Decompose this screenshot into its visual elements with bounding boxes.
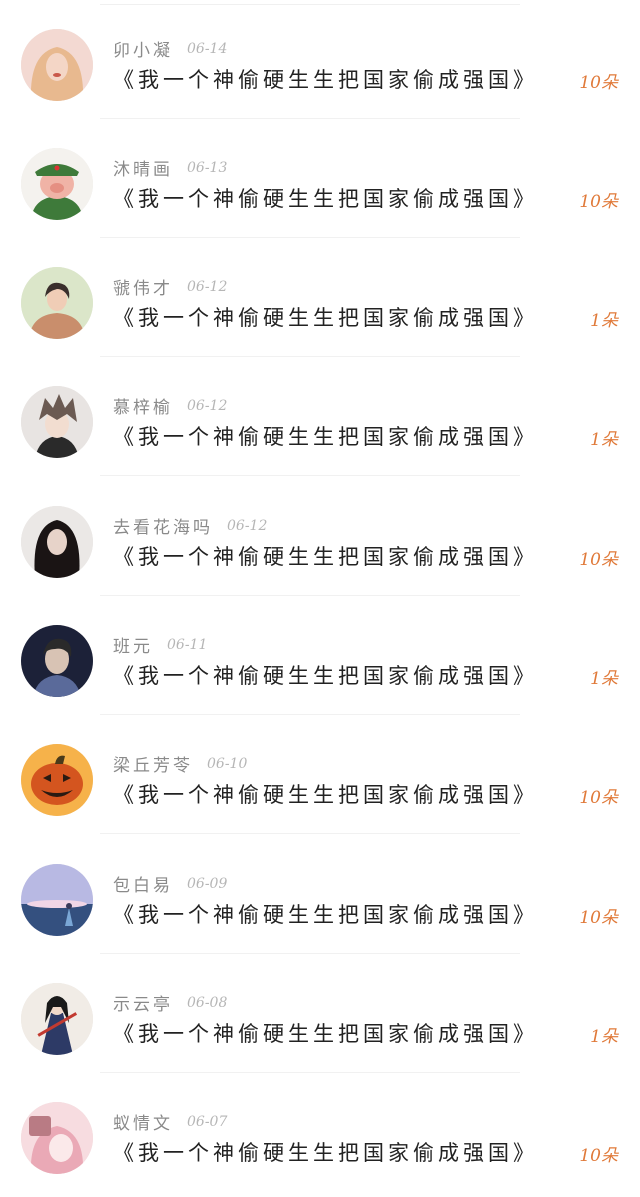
- username[interactable]: 虢伟才: [113, 279, 173, 299]
- entry-meta: 示云亭 06-08: [113, 990, 228, 1016]
- flower-amount: 10朵: [579, 1146, 618, 1166]
- username[interactable]: 班元: [113, 637, 153, 657]
- flower-amount: 1朵: [590, 311, 618, 331]
- gift-date: 06-09: [187, 875, 228, 892]
- flower-amount: 10朵: [579, 908, 618, 928]
- username[interactable]: 包白易: [113, 876, 173, 896]
- gift-date: 06-10: [207, 755, 248, 772]
- avatar[interactable]: [21, 983, 93, 1055]
- gift-date: 06-14: [187, 40, 228, 57]
- book-title[interactable]: 《我一个神偷硬生生把国家偷成强国》: [113, 64, 538, 94]
- list-item[interactable]: 包白易 06-09 《我一个神偷硬生生把国家偷成强国》 10朵: [0, 835, 640, 954]
- avatar[interactable]: [21, 506, 93, 578]
- flower-amount: 10朵: [579, 550, 618, 570]
- book-title[interactable]: 《我一个神偷硬生生把国家偷成强国》: [113, 421, 538, 451]
- flower-amount: 10朵: [579, 192, 618, 212]
- book-title[interactable]: 《我一个神偷硬生生把国家偷成强国》: [113, 302, 538, 332]
- avatar[interactable]: [21, 29, 93, 101]
- gift-date: 06-12: [187, 278, 228, 295]
- entry-meta: 虢伟才 06-12: [113, 274, 228, 300]
- avatar[interactable]: [21, 386, 93, 458]
- entry-meta: 包白易 06-09: [113, 871, 228, 897]
- avatar[interactable]: [21, 625, 93, 697]
- book-title[interactable]: 《我一个神偷硬生生把国家偷成强国》: [113, 899, 538, 929]
- book-title[interactable]: 《我一个神偷硬生生把国家偷成强国》: [113, 660, 538, 690]
- username[interactable]: 慕梓榆: [113, 398, 173, 418]
- avatar-anime-boy-icon: [21, 386, 93, 458]
- list-item[interactable]: 梁丘芳苓 06-10 《我一个神偷硬生生把国家偷成强国》 10朵: [0, 715, 640, 834]
- avatar[interactable]: [21, 1102, 93, 1174]
- avatar-pig-soldier-icon: [21, 148, 93, 220]
- avatar-pumpkin-icon: [21, 744, 93, 816]
- avatar-singer-icon: [21, 625, 93, 697]
- list-item[interactable]: 去看花海吗 06-12 《我一个神偷硬生生把国家偷成强国》 10朵: [0, 477, 640, 596]
- avatar[interactable]: [21, 744, 93, 816]
- gift-date: 06-12: [227, 517, 268, 534]
- entry-meta: 梁丘芳苓 06-10: [113, 751, 248, 777]
- flower-amount: 10朵: [579, 73, 618, 93]
- gift-date: 06-08: [187, 994, 228, 1011]
- avatar-ink-warrior-icon: [21, 983, 93, 1055]
- flower-amount: 1朵: [590, 669, 618, 689]
- entry-meta: 班元 06-11: [113, 632, 208, 658]
- entry-meta: 去看花海吗 06-12: [113, 513, 268, 539]
- flower-amount: 1朵: [590, 430, 618, 450]
- book-title[interactable]: 《我一个神偷硬生生把国家偷成强国》: [113, 1137, 538, 1167]
- flower-amount: 10朵: [579, 788, 618, 808]
- username[interactable]: 去看花海吗: [113, 518, 213, 538]
- book-title[interactable]: 《我一个神偷硬生生把国家偷成强国》: [113, 779, 538, 809]
- avatar-woman-fur-coat-icon: [21, 267, 93, 339]
- book-title[interactable]: 《我一个神偷硬生生把国家偷成强国》: [113, 183, 538, 213]
- username[interactable]: 梁丘芳苓: [113, 756, 193, 776]
- gift-date: 06-12: [187, 397, 228, 414]
- list-item[interactable]: 班元 06-11 《我一个神偷硬生生把国家偷成强国》 1朵: [0, 596, 640, 715]
- avatar-blonde-woman-icon: [21, 29, 93, 101]
- list-item[interactable]: 卯小凝 06-14 《我一个神偷硬生生把国家偷成强国》 10朵: [0, 0, 640, 119]
- list-item[interactable]: 蚁情文 06-07 《我一个神偷硬生生把国家偷成强国》 10朵: [0, 1073, 640, 1192]
- gift-date: 06-11: [167, 636, 208, 653]
- divider: [100, 475, 520, 476]
- username[interactable]: 蚁情文: [113, 1114, 173, 1134]
- book-title[interactable]: 《我一个神偷硬生生把国家偷成强国》: [113, 541, 538, 571]
- avatar[interactable]: [21, 864, 93, 936]
- avatar-pink-anime-icon: [21, 1102, 93, 1174]
- gift-date: 06-07: [187, 1113, 228, 1130]
- entry-meta: 卯小凝 06-14: [113, 36, 228, 62]
- book-title[interactable]: 《我一个神偷硬生生把国家偷成强国》: [113, 1018, 538, 1048]
- entry-meta: 蚁情文 06-07: [113, 1109, 228, 1135]
- entry-meta: 慕梓榆 06-12: [113, 393, 228, 419]
- avatar-sea-sunset-icon: [21, 864, 93, 936]
- username[interactable]: 沐晴画: [113, 160, 173, 180]
- username[interactable]: 卯小凝: [113, 41, 173, 61]
- list-item[interactable]: 慕梓榆 06-12 《我一个神偷硬生生把国家偷成强国》 1朵: [0, 357, 640, 476]
- avatar-dark-hair-girl-icon: [21, 506, 93, 578]
- divider: [100, 833, 520, 834]
- username[interactable]: 示云亭: [113, 995, 173, 1015]
- list-item[interactable]: 示云亭 06-08 《我一个神偷硬生生把国家偷成强国》 1朵: [0, 954, 640, 1073]
- flower-amount: 1朵: [590, 1027, 618, 1047]
- entry-meta: 沐晴画 06-13: [113, 155, 228, 181]
- list-item[interactable]: 虢伟才 06-12 《我一个神偷硬生生把国家偷成强国》 1朵: [0, 238, 640, 357]
- gift-date: 06-13: [187, 159, 228, 176]
- avatar[interactable]: [21, 148, 93, 220]
- list-item[interactable]: 沐晴画 06-13 《我一个神偷硬生生把国家偷成强国》 10朵: [0, 119, 640, 238]
- avatar[interactable]: [21, 267, 93, 339]
